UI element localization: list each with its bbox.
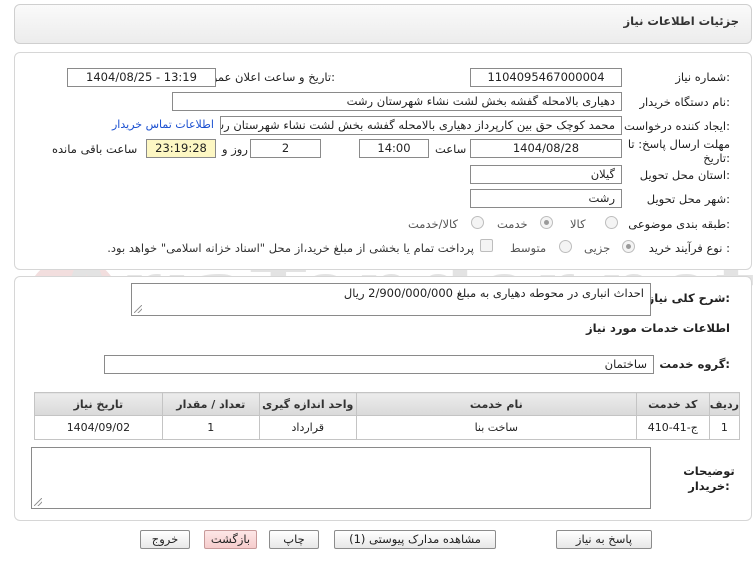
cell-unit: قرارداد (258, 415, 357, 440)
buyer-contact-link[interactable]: اطلاعات تماس خریدار (112, 118, 214, 131)
services-heading: اطلاعات خدمات مورد نیاز (586, 321, 730, 335)
category-label: طبقه بندی موضوعی: (628, 217, 730, 231)
requester-label: ایجاد کننده درخواست: (624, 119, 730, 133)
summary-label: شرح کلی نیاز: (647, 291, 730, 305)
category-radio-service[interactable] (540, 216, 553, 229)
col-row: ردیف (708, 392, 741, 416)
remaining-time-label: ساعت باقی مانده (52, 142, 138, 156)
buyer-org-field: دهیاری بالامحله گفشه بخش لشت نشاء شهرستا… (172, 92, 622, 111)
resize-grip-icon[interactable] (34, 498, 42, 506)
deadline-label: مهلت ارسال پاسخ: تا تاریخ: (627, 137, 730, 165)
service-group-label: گروه خدمت: (659, 357, 730, 371)
col-service-code: کد خدمت (635, 392, 710, 416)
remaining-days-field: 2 (250, 139, 321, 158)
col-service-name: نام خدمت (355, 392, 637, 416)
category-radio-goods[interactable] (605, 216, 618, 229)
days-label: روز و (222, 142, 248, 156)
col-quantity: تعداد / مقدار (161, 392, 260, 416)
city-label: شهر محل تحویل: (646, 192, 730, 206)
reply-button[interactable]: پاسخ به نیاز (556, 530, 652, 549)
table-header-row: ردیف کد خدمت نام خدمت واحد اندازه گیری ت… (34, 392, 741, 416)
category-radio-goods-service[interactable] (471, 216, 484, 229)
purchase-option-medium: متوسط (510, 241, 547, 255)
summary-text: احداث انباری در محوطه دهیاری به مبلغ 2/9… (343, 286, 644, 300)
cell-quantity: 1 (161, 415, 260, 440)
table-row: 1 ج-41-410 ساخت بنا قرارداد 1 1404/09/02 (34, 415, 741, 440)
requester-field: محمد کوچک حق بین کارپرداز دهیاری بالامحل… (220, 116, 622, 135)
cell-need-date: 1404/09/02 (34, 415, 163, 440)
summary-textarea: احداث انباری در محوطه دهیاری به مبلغ 2/9… (131, 283, 651, 316)
remaining-time-field: 23:19:28 (146, 139, 216, 158)
purchase-radio-medium[interactable] (559, 240, 572, 253)
cell-row: 1 (708, 415, 741, 440)
col-need-date: تاریخ نیاز (34, 392, 163, 416)
category-option-goods-service: کالا/خدمت (408, 217, 459, 231)
exit-button[interactable]: خروج (140, 530, 190, 549)
buyer-org-label: نام دستگاه خریدار: (639, 95, 730, 109)
purchase-type-label: نوع فرآیند خرید : (648, 241, 730, 255)
announce-label: تاریخ و ساعت اعلان عمومی: (196, 70, 335, 84)
treasury-payment-checkbox[interactable] (480, 239, 493, 252)
province-label: استان محل تحویل: (639, 168, 730, 182)
purchase-radio-minor[interactable] (622, 240, 635, 253)
purchase-option-minor: جزیی (584, 241, 611, 255)
cell-service-code: ج-41-410 (635, 415, 710, 440)
print-button[interactable]: چاپ (269, 530, 319, 549)
treasury-payment-note: پرداخت تمام یا بخشی از مبلغ خرید،از محل … (107, 241, 474, 255)
page-title: جزئیات اطلاعات نیاز (623, 14, 739, 28)
back-button[interactable]: بازگشت (204, 530, 257, 549)
deadline-time-label: ساعت (435, 142, 467, 156)
deadline-date-field: 1404/08/28 (470, 139, 622, 158)
announce-datetime-field: 1404/08/25 - 13:19 (67, 68, 216, 87)
attachments-button[interactable]: مشاهده مدارک پیوستی (1) (334, 530, 496, 549)
city-field: رشت (470, 189, 622, 208)
deadline-time-field: 14:00 (359, 139, 429, 158)
buyer-notes-textarea (31, 447, 651, 509)
services-table: ردیف کد خدمت نام خدمت واحد اندازه گیری ت… (34, 392, 741, 440)
buyer-notes-label: توضیحات خریدار: (683, 464, 735, 493)
need-number-label: شماره نیاز: (675, 70, 730, 84)
cell-service-name: ساخت بنا (355, 415, 637, 440)
category-option-service: خدمت (497, 217, 528, 231)
resize-grip-icon[interactable] (134, 305, 142, 313)
col-unit: واحد اندازه گیری (258, 392, 357, 416)
need-number-field: 1104095467000004 (470, 68, 622, 87)
category-option-goods: کالا (570, 217, 586, 231)
province-field: گیلان (470, 165, 622, 184)
service-group-field: ساختمان (104, 355, 654, 374)
